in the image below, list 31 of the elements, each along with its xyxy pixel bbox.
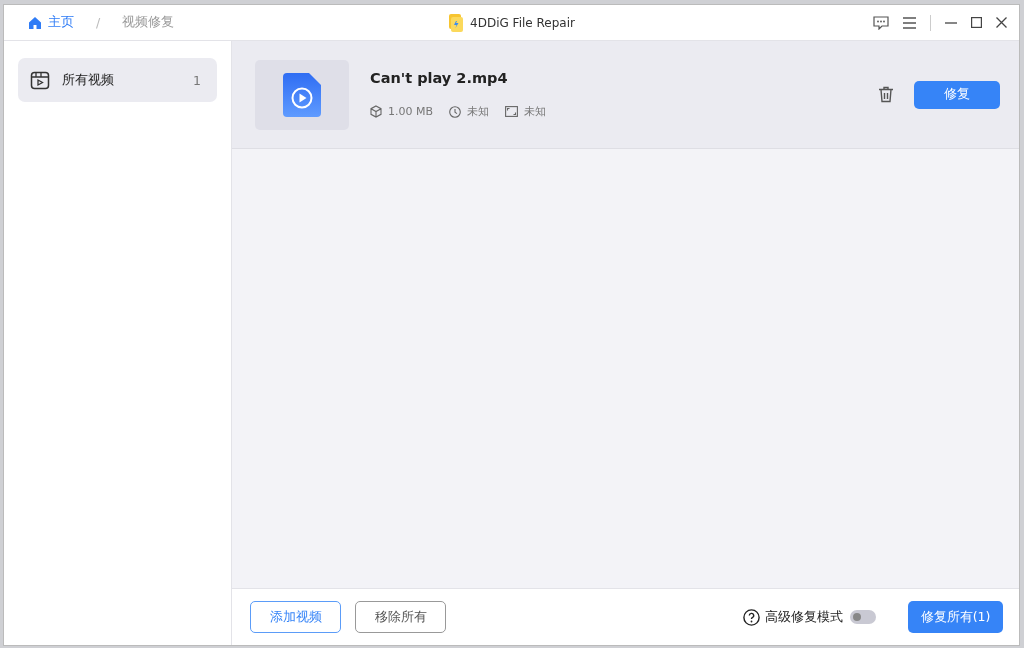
- file-size: 1.00 MB: [388, 105, 434, 118]
- close-icon[interactable]: [996, 17, 1007, 28]
- help-icon[interactable]: [743, 608, 760, 626]
- clock-icon: [449, 105, 462, 118]
- remove-all-button[interactable]: 移除所有: [355, 601, 446, 633]
- repair-all-button[interactable]: 修复所有(1): [908, 601, 1003, 633]
- minimize-icon[interactable]: [945, 21, 957, 24]
- resolution-icon: [505, 106, 519, 117]
- sidebar-label: 所有视频: [62, 71, 114, 89]
- feedback-icon[interactable]: [873, 15, 889, 30]
- item-count: 1: [193, 72, 201, 88]
- repair-button[interactable]: 修复: [914, 80, 1000, 109]
- home-icon: [28, 15, 42, 30]
- window-title: 4DDiG File Repair: [470, 15, 575, 30]
- menu-icon[interactable]: [903, 16, 916, 29]
- sidebar-item[interactable]: 所有视频 1: [18, 58, 217, 102]
- video-folder-icon: [30, 70, 50, 90]
- advanced-mode-label: 高级修复模式: [765, 608, 843, 626]
- breadcrumb-current: 视频修复: [122, 14, 175, 31]
- file-duration: 未知: [467, 104, 490, 119]
- app-logo-icon: [448, 13, 465, 32]
- add-video-button[interactable]: 添加视频: [250, 601, 341, 633]
- advanced-mode-toggle[interactable]: [850, 610, 876, 624]
- trash-icon[interactable]: [878, 86, 894, 103]
- home-link[interactable]: 主页: [28, 14, 74, 31]
- breadcrumb-separator: /: [96, 15, 101, 30]
- cube-icon: [370, 105, 382, 118]
- video-file-icon: [283, 72, 321, 117]
- file-resolution: 未知: [524, 104, 547, 119]
- maximize-icon[interactable]: [971, 17, 982, 28]
- file-name: Can't play 2.mp4: [370, 70, 509, 86]
